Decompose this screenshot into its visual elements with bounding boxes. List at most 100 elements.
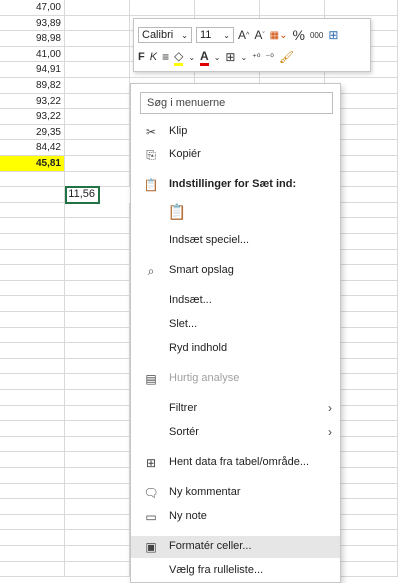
grid-cell[interactable] [0, 265, 65, 281]
grid-cell[interactable] [65, 109, 130, 125]
thousands-separator-button[interactable]: 000 [310, 31, 323, 40]
grid-cell[interactable] [0, 483, 65, 500]
menu-item-ryd-indhold[interactable]: Ryd indhold [131, 338, 340, 360]
grid-cell[interactable] [0, 218, 65, 234]
grid-cell[interactable] [65, 499, 130, 515]
grid-cell[interactable] [65, 561, 130, 578]
format-table-icon[interactable]: ⊞ [328, 28, 338, 42]
italic-button[interactable]: K [150, 51, 157, 63]
grid-cell[interactable] [0, 187, 65, 203]
grid-cell[interactable] [65, 343, 130, 359]
menu-item-kopi-r[interactable]: ⎘ Kopiér [131, 144, 340, 166]
grid-cell[interactable] [65, 15, 130, 32]
value-cell[interactable]: 45,81 [0, 156, 65, 172]
menu-item-ny-note[interactable]: ▭ Ny note [131, 506, 340, 528]
grid-cell[interactable] [325, 0, 398, 16]
grid-cell[interactable] [65, 46, 130, 63]
value-cell[interactable]: 29,35 [0, 124, 65, 141]
value-cell[interactable]: 94,91 [0, 62, 65, 78]
grid-cell[interactable] [65, 374, 130, 390]
paste-option-button[interactable]: 📋 [131, 200, 340, 226]
grid-cell[interactable] [0, 546, 65, 562]
value-cell[interactable]: 41,00 [0, 46, 65, 63]
grid-cell[interactable] [0, 452, 65, 468]
grid-cell[interactable] [130, 0, 195, 16]
grid-cell[interactable] [65, 234, 130, 250]
grid-cell[interactable] [0, 343, 65, 359]
grid-cell[interactable] [0, 249, 65, 266]
menu-item-smart-opslag[interactable]: ⌕ Smart opslag [131, 260, 340, 282]
menu-item-klip[interactable]: ✂ Klip [131, 121, 340, 143]
grid-cell[interactable] [0, 421, 65, 437]
grid-cell[interactable] [65, 530, 130, 546]
font-color-icon[interactable]: A [200, 49, 209, 66]
increase-decimal-icon[interactable]: ⁺⁰ [252, 52, 260, 63]
value-cell[interactable]: 84,42 [0, 140, 65, 156]
grid-cell[interactable] [260, 0, 325, 16]
value-cell[interactable]: 93,22 [0, 93, 65, 110]
menu-item-ny-kommentar[interactable]: 🗨 Ny kommentar [131, 482, 340, 504]
value-cell[interactable]: 89,82 [0, 78, 65, 94]
grid-cell[interactable] [65, 405, 130, 422]
grid-cell[interactable] [65, 296, 130, 312]
align-center-icon[interactable]: ≡ [162, 50, 169, 64]
menu-item-hent-data-fra-tabel-område[interactable]: ⊞ Hent data fra tabel/område... [131, 452, 340, 474]
value-cell[interactable]: 98,98 [0, 31, 65, 47]
value-cell[interactable]: 93,89 [0, 15, 65, 32]
menu-item-indsæt-speciel[interactable]: Indsæt speciel... [131, 230, 340, 252]
chevron-down-icon[interactable]: ⌄ [214, 53, 221, 62]
grid-cell[interactable] [65, 62, 130, 78]
grid-cell[interactable] [65, 358, 130, 375]
fill-color-icon[interactable]: ◇ [174, 49, 184, 66]
grid-cell[interactable] [65, 249, 130, 266]
decrease-decimal-icon[interactable]: ⁻⁰ [266, 52, 274, 63]
decrease-font-icon[interactable]: Aˇ [254, 28, 264, 42]
grid-cell[interactable] [0, 234, 65, 250]
grid-cell[interactable] [65, 31, 130, 47]
grid-cell[interactable] [65, 390, 130, 406]
grid-cell[interactable] [195, 0, 260, 16]
grid-cell[interactable] [65, 312, 130, 328]
grid-cell[interactable] [65, 421, 130, 437]
grid-cell[interactable] [65, 452, 130, 468]
chevron-down-icon[interactable]: ⌄ [240, 53, 247, 62]
percent-style-button[interactable]: % [293, 27, 305, 43]
menu-item-hurtig-analyse[interactable]: ▤ Hurtig analyse [131, 368, 340, 390]
grid-cell[interactable] [0, 327, 65, 344]
font-size-box[interactable]: 11 ⌄ [196, 27, 234, 43]
menu-item-format-r-celler[interactable]: ▣ Formatér celler... [131, 536, 340, 558]
grid-cell[interactable] [65, 280, 130, 297]
borders-icon[interactable]: ⊞ [225, 50, 235, 64]
grid-cell[interactable] [65, 436, 130, 453]
menu-item-slet[interactable]: Slet... [131, 314, 340, 336]
menu-item-indstillinger-for-sæt-ind[interactable]: 📋 Indstillinger for Sæt ind: [131, 174, 340, 196]
grid-cell[interactable] [65, 140, 130, 156]
grid-cell[interactable] [65, 546, 130, 562]
grid-cell[interactable] [0, 374, 65, 390]
grid-cell[interactable] [65, 468, 130, 484]
grid-cell[interactable] [65, 202, 130, 219]
menu-item-sort-r[interactable]: Sortér › [131, 422, 340, 444]
grid-cell[interactable] [0, 436, 65, 453]
grid-cell[interactable] [0, 405, 65, 422]
grid-cell[interactable] [65, 265, 130, 281]
grid-cell[interactable] [65, 0, 130, 16]
grid-cell[interactable] [0, 530, 65, 546]
grid-cell[interactable] [65, 156, 130, 172]
grid-cell[interactable] [0, 561, 65, 578]
grid-cell[interactable] [0, 171, 65, 188]
value-cell[interactable]: 47,00 [0, 0, 65, 16]
grid-cell[interactable] [0, 312, 65, 328]
grid-cell[interactable] [0, 296, 65, 312]
grid-cell[interactable] [65, 78, 130, 94]
font-name-box[interactable]: Calibri ⌄ [138, 27, 192, 43]
grid-cell[interactable] [65, 327, 130, 344]
accounting-format-icon[interactable]: ▦⌄ [270, 30, 288, 41]
grid-cell[interactable] [65, 514, 130, 531]
search-menus-input[interactable]: Søg i menuerne [140, 92, 333, 114]
bold-button[interactable]: F [138, 51, 145, 63]
grid-cell[interactable] [0, 514, 65, 531]
grid-cell[interactable] [65, 124, 130, 141]
grid-cell[interactable] [0, 390, 65, 406]
grid-cell[interactable] [65, 93, 130, 110]
